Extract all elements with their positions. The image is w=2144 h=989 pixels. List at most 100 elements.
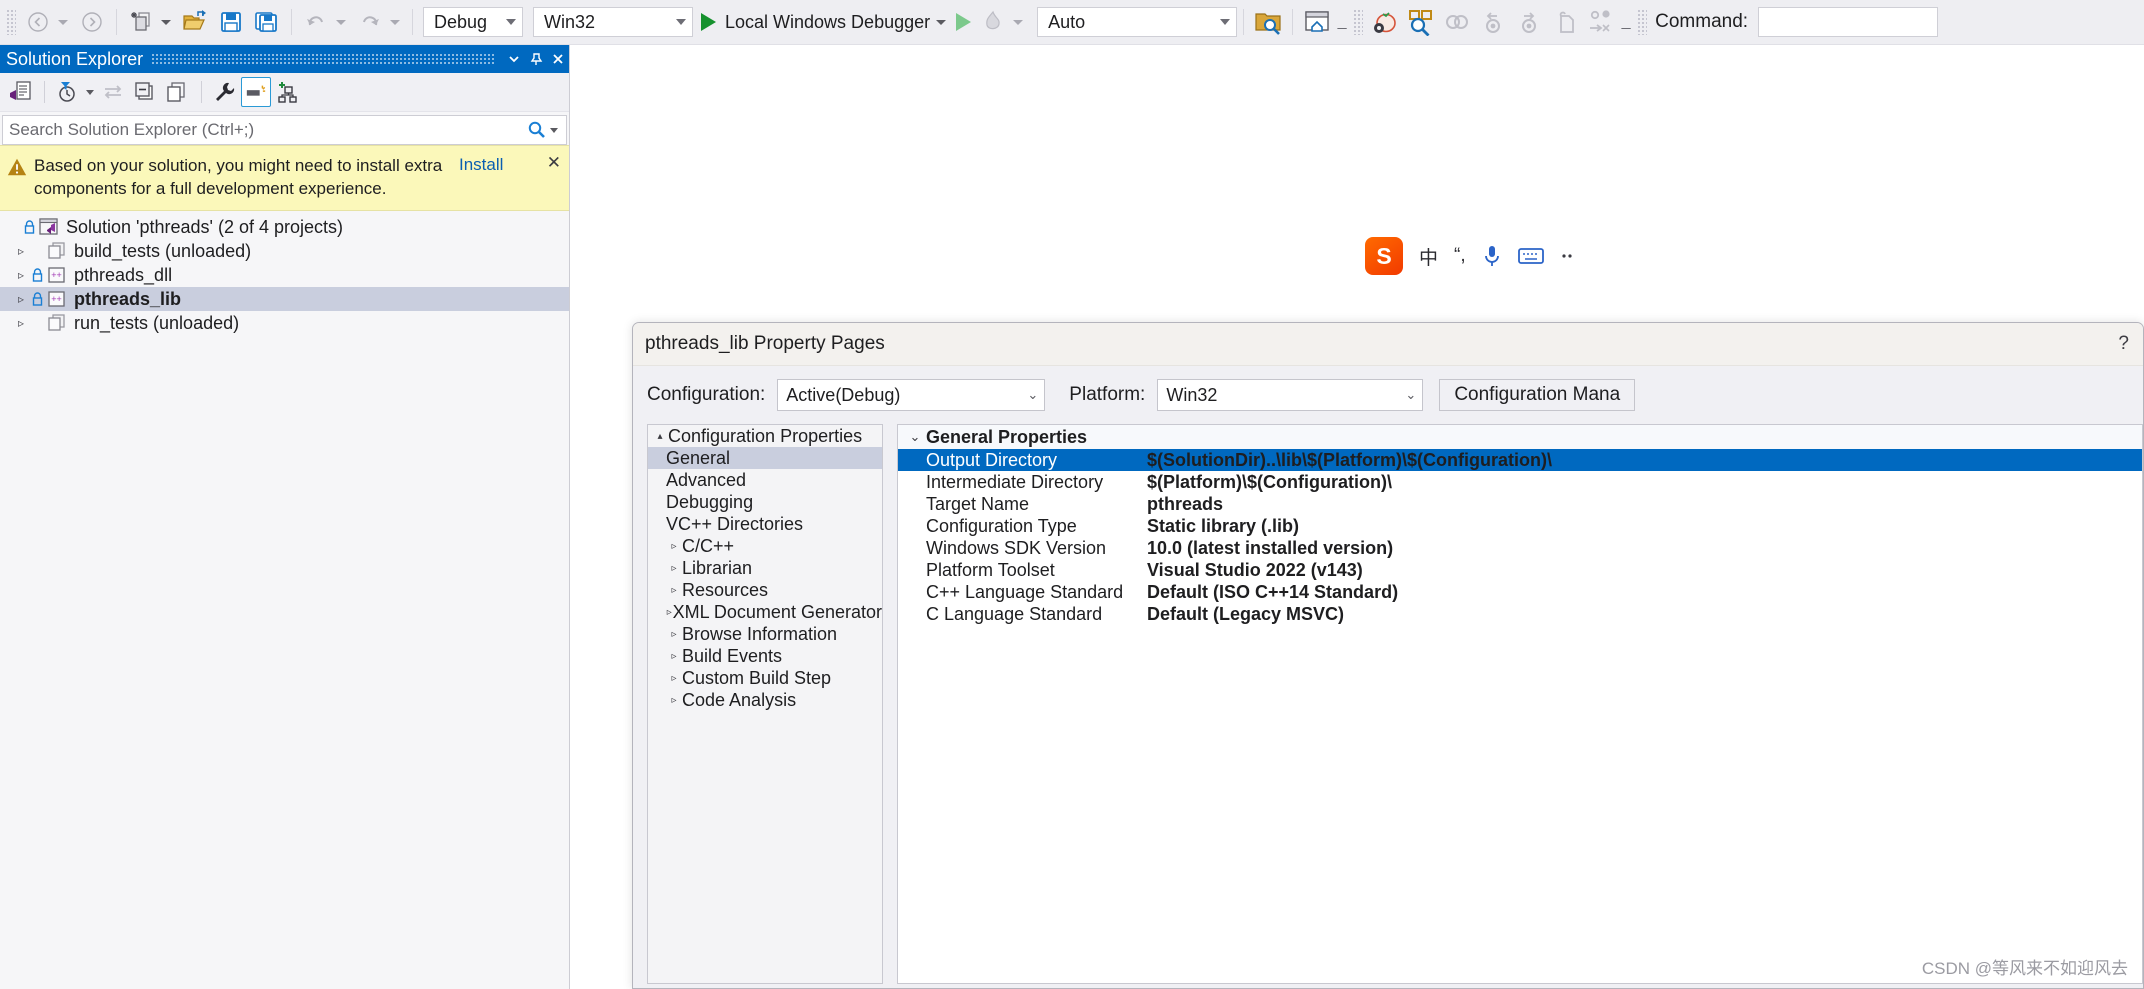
platform-select[interactable]: Win32 ⌄ [1157,379,1424,411]
panel-close-button[interactable] [547,46,569,72]
add-new-item-tree-button[interactable] [273,77,303,107]
property-row-output-directory[interactable]: Output Directory $(SolutionDir)..\lib\$(… [898,449,2142,471]
start-debugging-dropdown-icon[interactable] [936,19,947,25]
start-debugging-button[interactable]: Local Windows Debugger [693,5,934,39]
solution-configuration-combo[interactable]: Debug [423,7,523,37]
ime-keyboard-button[interactable] [1517,246,1544,266]
property-value[interactable]: $(Platform)\$(Configuration)\ [1144,472,1392,493]
category-custom-build-step[interactable]: ▹ Custom Build Step [648,667,882,689]
architecture-combo[interactable]: Auto [1037,7,1238,37]
category-build-events[interactable]: ▹ Build Events [648,645,882,667]
property-row-intermediate-directory[interactable]: Intermediate Directory $(Platform)\$(Con… [898,471,2142,493]
ime-voice-input-button[interactable] [1482,244,1502,268]
hot-reload-dropdown-icon[interactable] [1013,19,1024,25]
property-row-c-language-standard[interactable]: C Language Standard Default (Legacy MSVC… [898,603,2142,625]
navigate-back-dropdown-icon[interactable] [58,19,68,25]
undo-dropdown-icon[interactable] [336,19,346,25]
search-icon[interactable] [524,120,550,140]
solution-explorer-code-view-button[interactable] [5,77,35,107]
performance-profiler-button[interactable] [1367,6,1403,38]
expander-icon[interactable]: ▹ [666,695,682,706]
navigate-forward-button[interactable] [74,6,110,38]
expander-icon[interactable]: ▹ [666,585,682,596]
ime-punctuation-mode[interactable]: “, [1454,245,1466,267]
property-value[interactable]: pthreads [1144,494,1223,515]
chevron-down-icon[interactable]: ⌄ [904,429,926,445]
sync-with-active-document-button[interactable] [98,77,128,107]
command-input[interactable] [1758,7,1939,37]
expander-icon[interactable]: ▴ [652,431,668,442]
toolbar-overflow-icon[interactable]: _ [1335,5,1349,39]
toolbar-grip[interactable] [6,9,16,35]
property-value[interactable]: $(SolutionDir)..\lib\$(Platform)\$(Confi… [1144,450,1552,471]
category-vcpp-directories[interactable]: VC++ Directories [648,513,882,535]
redo-button[interactable] [352,6,388,38]
expander-icon[interactable]: ▹ [666,673,682,684]
open-file-button[interactable] [177,6,213,38]
find-in-files-button[interactable] [1403,6,1439,38]
category-general[interactable]: General [648,447,882,469]
property-row-target-name[interactable]: Target Name pthreads [898,493,2142,515]
category-resources[interactable]: ▹ Resources [648,579,882,601]
debug-windows-button[interactable] [1583,6,1619,38]
collapse-all-button[interactable] [130,77,160,107]
category-librarian[interactable]: ▹ Librarian [648,557,882,579]
new-item-button[interactable] [123,6,159,38]
property-row-platform-toolset[interactable]: Platform Toolset Visual Studio 2022 (v14… [898,559,2142,581]
tree-item-solution[interactable]: Solution 'pthreads' (2 of 4 projects) [0,215,569,239]
expander-icon[interactable]: ▹ [12,268,30,282]
tree-item-pthreads-dll[interactable]: ▹ ++ pthreads_dll [0,263,569,287]
redo-dropdown-icon[interactable] [390,19,400,25]
search-options-dropdown-icon[interactable] [550,127,558,133]
titlebar-grip[interactable] [151,53,495,65]
property-value[interactable]: Visual Studio 2022 (v143) [1144,560,1363,581]
solution-explorer-home-button[interactable] [1299,6,1335,38]
category-browse-information[interactable]: ▹ Browse Information [648,623,882,645]
configuration-manager-button[interactable]: Configuration Mana [1439,379,1636,411]
property-row-windows-sdk-version[interactable]: Windows SDK Version 10.0 (latest install… [898,537,2142,559]
expander-icon[interactable]: ▹ [666,629,682,640]
tree-item-build-tests[interactable]: ▹ build_tests (unloaded) [0,239,569,263]
category-debugging[interactable]: Debugging [648,491,882,513]
ime-language-mode[interactable]: 中 [1419,243,1438,270]
filter-dropdown-icon[interactable] [86,89,94,95]
navigate-back-button[interactable] [20,6,56,38]
step-out-button[interactable] [1547,6,1583,38]
panel-pin-button[interactable] [525,46,547,72]
search-solution-button[interactable] [1250,6,1286,38]
category-xml-document-generator[interactable]: ▹ XML Document Generator [648,601,882,623]
property-value[interactable]: Default (Legacy MSVC) [1144,604,1344,625]
tree-item-pthreads-lib[interactable]: ▹ ++ pthreads_lib [0,287,569,311]
debug-toolbar-overflow-icon[interactable]: _ [1619,5,1633,39]
property-group-general[interactable]: ⌄ General Properties [898,425,2142,449]
start-without-debugging-icon[interactable] [956,13,972,31]
expander-icon[interactable]: ▹ [12,292,30,306]
ime-overflow-button[interactable] [1560,246,1574,266]
property-value[interactable]: 10.0 (latest installed version) [1144,538,1393,559]
toolbar-grip[interactable] [1637,9,1648,35]
sogou-ime-logo-icon[interactable]: S [1365,237,1403,275]
solution-platform-combo[interactable]: Win32 [533,7,693,37]
property-value[interactable]: Static library (.lib) [1144,516,1299,537]
property-value[interactable]: Default (ISO C++14 Standard) [1144,582,1398,603]
save-button[interactable] [213,6,249,38]
toggle-breakpoint-button[interactable] [1439,6,1475,38]
category-advanced[interactable]: Advanced [648,469,882,491]
new-item-dropdown-icon[interactable] [161,19,171,25]
property-row-configuration-type[interactable]: Configuration Type Static library (.lib) [898,515,2142,537]
dialog-help-button[interactable]: ? [2118,333,2129,355]
tree-item-run-tests[interactable]: ▹ run_tests (unloaded) [0,311,569,335]
category-code-analysis[interactable]: ▹ Code Analysis [648,689,882,711]
expander-icon[interactable]: ▹ [666,563,682,574]
search-solution-explorer-input[interactable]: Search Solution Explorer (Ctrl+;) [2,115,567,145]
expander-icon[interactable]: ▹ [666,651,682,662]
panel-dropdown-button[interactable] [503,46,525,72]
install-link[interactable]: Install [459,155,503,175]
category-c-cpp[interactable]: ▹ C/C++ [648,535,882,557]
configuration-select[interactable]: Active(Debug) ⌄ [777,379,1046,411]
show-all-files-button[interactable] [162,77,192,107]
property-row-cpp-language-standard[interactable]: C++ Language Standard Default (ISO C++14… [898,581,2142,603]
notification-close-button[interactable]: ✕ [547,153,561,173]
save-all-button[interactable] [249,6,285,38]
toolbar-grip[interactable] [1353,9,1364,35]
